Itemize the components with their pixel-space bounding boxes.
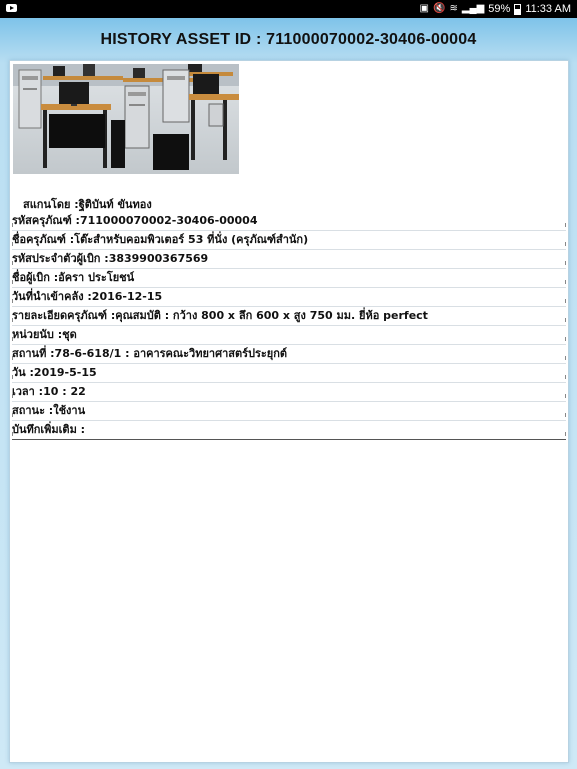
battery-icon [514, 3, 522, 15]
field-status: สถานะ :ใช้งาน [12, 402, 566, 421]
field-text: รหัสครุภัณฑ์ :711000070002-30406-00004 [12, 214, 258, 227]
field-text: รายละเอียดครุภัณฑ์ :คุณสมบัติ : กว้าง 80… [12, 309, 428, 322]
mute-icon: 🔇 [432, 3, 446, 14]
asset-history-card: สแกนโดย :ฐิติบันท์ ขันทอง รหัสครุภัณฑ์ :… [9, 60, 569, 763]
notification-area [6, 3, 17, 15]
status-bar: ▣ 🔇 ≋ ▂▄▆ 59% 11:33 AM [0, 0, 577, 18]
field-notes: บันทึกเพิ่มเติม : [12, 421, 566, 440]
field-unit: หน่วยนับ :ชุด [12, 326, 566, 345]
image-icon: ▣ [419, 3, 429, 14]
app-frame: HISTORY ASSET ID : 711000070002-30406-00… [0, 18, 577, 769]
computer-lab-photo [13, 64, 239, 174]
field-text: สถานะ :ใช้งาน [12, 404, 86, 417]
field-text: วัน :2019-5-15 [12, 366, 97, 379]
field-text: สถานที่ :78-6-618/1 : อาคารคณะวิทยาศาสตร… [12, 347, 288, 360]
clock: 11:33 AM [525, 3, 571, 15]
wifi-icon: ≋ [449, 3, 458, 14]
field-text: หน่วยนับ :ชุด [12, 328, 77, 341]
field-asset-code: รหัสครุภัณฑ์ :711000070002-30406-00004 [12, 212, 566, 231]
field-requester-id: รหัสประจำตัวผู้เบิก :3839900367569 [12, 250, 566, 269]
asset-details-list: รหัสครุภัณฑ์ :711000070002-30406-00004 ช… [12, 212, 566, 440]
field-text: เวลา :10 : 22 [12, 385, 86, 398]
field-import-date: วันที่นำเข้าคลัง :2016-12-15 [12, 288, 566, 307]
scanned-by-label: สแกนโดย :ฐิติบันท์ ขันทอง [23, 198, 152, 211]
field-date: วัน :2019-5-15 [12, 364, 566, 383]
signal-icon: ▂▄▆ [461, 3, 485, 14]
field-requester-name: ชื่อผู้เบิก :อัครา ประโยชน์ [12, 269, 566, 288]
battery-percent: 59% [488, 3, 511, 15]
field-text: ชื่อผู้เบิก :อัครา ประโยชน์ [12, 271, 135, 284]
asset-photo[interactable] [13, 64, 239, 174]
system-tray: ▣ 🔇 ≋ ▂▄▆ 59% 11:33 AM [420, 2, 571, 16]
field-location: สถานที่ :78-6-618/1 : อาคารคณะวิทยาศาสตร… [12, 345, 566, 364]
field-text: ชื่อครุภัณฑ์ :โต๊ะสำหรับคอมพิวเตอร์ 53 ท… [12, 233, 309, 246]
youtube-icon [6, 4, 17, 12]
field-text: วันที่นำเข้าคลัง :2016-12-15 [12, 290, 163, 303]
header: HISTORY ASSET ID : 711000070002-30406-00… [0, 18, 577, 62]
field-time: เวลา :10 : 22 [12, 383, 566, 402]
page-title: HISTORY ASSET ID : 711000070002-30406-00… [100, 31, 477, 48]
field-asset-name: ชื่อครุภัณฑ์ :โต๊ะสำหรับคอมพิวเตอร์ 53 ท… [12, 231, 566, 250]
field-text: บันทึกเพิ่มเติม : [12, 423, 86, 436]
field-text: รหัสประจำตัวผู้เบิก :3839900367569 [12, 252, 209, 265]
field-asset-details: รายละเอียดครุภัณฑ์ :คุณสมบัติ : กว้าง 80… [12, 307, 566, 326]
